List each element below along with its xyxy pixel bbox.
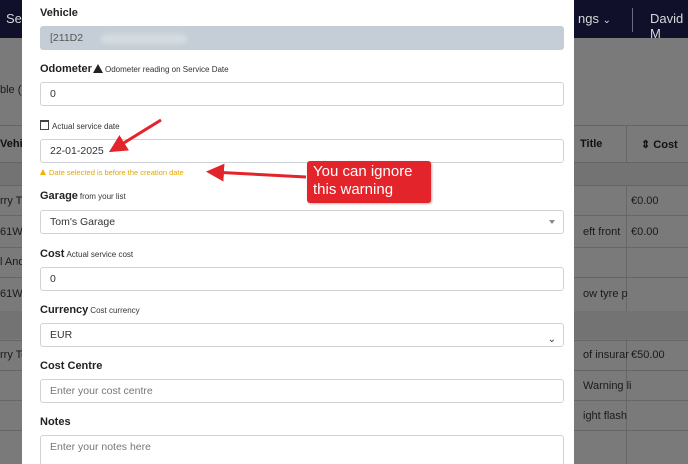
annotation-callout: You can ignore this warning <box>307 161 431 203</box>
arrow-to-date-field <box>108 118 162 153</box>
annotation-arrows <box>108 118 307 182</box>
arrow-to-warning <box>206 163 307 182</box>
